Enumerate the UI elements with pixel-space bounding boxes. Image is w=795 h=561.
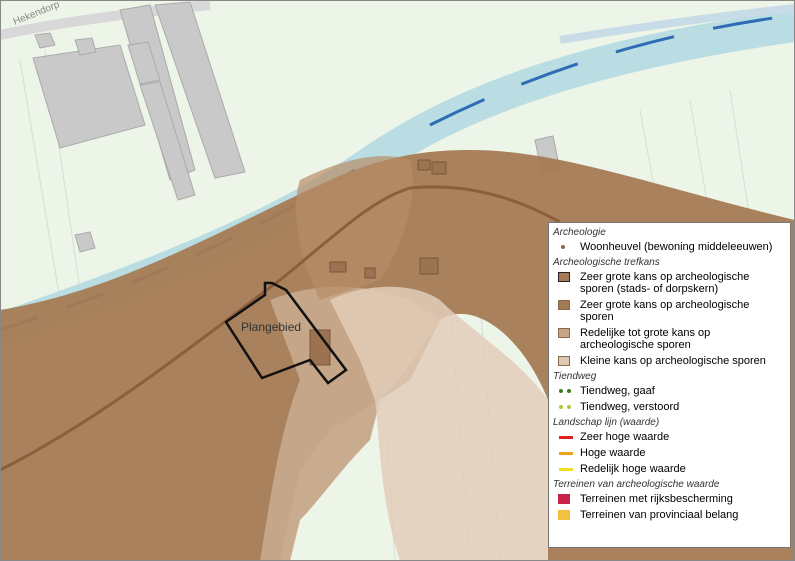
dot-brown-icon xyxy=(557,241,577,253)
legend-section: Tiendweg Tiendweg, gaaf Tiendweg, verstoor… xyxy=(553,371,786,413)
line-yellow-icon xyxy=(557,463,577,475)
swatch-dark-icon xyxy=(557,271,577,283)
legend-section: Archeologie Woonheuvel (bewoning middelee… xyxy=(553,227,786,253)
legend-item-label: Terreinen met rijksbescherming xyxy=(580,493,733,505)
fill-crimson-icon xyxy=(557,493,577,505)
legend-item-label: Woonheuvel (bewoning middeleeuwen) xyxy=(580,241,773,253)
legend-item-label: Hoge waarde xyxy=(580,447,646,459)
map-legend: Archeologie Woonheuvel (bewoning middelee… xyxy=(548,222,791,548)
fill-orange-icon xyxy=(557,509,577,521)
plangebied-label: Plangebied xyxy=(241,320,302,334)
swatch-light-icon xyxy=(557,355,577,367)
legend-item-label: Tiendweg, gaaf xyxy=(580,385,655,397)
legend-item-label: Tiendweg, verstoord xyxy=(580,401,680,413)
swatch-brown-icon xyxy=(557,299,577,311)
legend-item: Tiendweg, gaaf xyxy=(557,385,786,397)
legend-section-header: Terreinen van archeologische waarde xyxy=(553,479,720,490)
legend-section-header: Archeologie xyxy=(553,227,606,238)
legend-item-label: Zeer hoge waarde xyxy=(580,431,670,443)
line-orange-icon xyxy=(557,447,577,459)
swatch-tan-icon xyxy=(557,327,577,339)
legend-item-label: Redelijke tot grote kans op archeologisc… xyxy=(580,327,711,351)
legend-item: Zeer hoge waarde xyxy=(557,431,786,443)
map-canvas[interactable]: Hekendorp Plangebied Archeologie Woonheuv… xyxy=(0,0,795,561)
legend-item: Redelijk hoge waarde xyxy=(557,463,786,475)
legend-item-label: Zeer grote kans op archeologische sporen xyxy=(580,299,750,323)
legend-item: Tiendweg, verstoord xyxy=(557,401,786,413)
legend-section-header: Tiendweg xyxy=(553,371,597,382)
legend-section: Terreinen van archeologische waarde Terre… xyxy=(553,479,786,521)
legend-section-header: Landschap lijn (waarde) xyxy=(553,417,660,428)
legend-section: Landschap lijn (waarde) Zeer hoge waarde H… xyxy=(553,417,786,475)
legend-item: Zeer grote kans op archeologische sporen xyxy=(557,299,786,323)
dots-lime-icon xyxy=(557,401,577,413)
legend-item-label: Terreinen van provinciaal belang xyxy=(580,509,739,521)
legend-item: Woonheuvel (bewoning middeleeuwen) xyxy=(557,241,786,253)
legend-item-label: Zeer grote kans op archeologische sporen… xyxy=(580,271,750,295)
legend-item: Zeer grote kans op archeologische sporen… xyxy=(557,271,786,295)
legend-item: Redelijke tot grote kans op archeologisc… xyxy=(557,327,786,351)
dots-green-icon xyxy=(557,385,577,397)
line-red-icon xyxy=(557,431,577,443)
legend-item: Terreinen met rijksbescherming xyxy=(557,493,786,505)
legend-item-label: Redelijk hoge waarde xyxy=(580,463,686,475)
legend-item-label: Kleine kans op archeologische sporen xyxy=(580,355,766,367)
legend-item: Terreinen van provinciaal belang xyxy=(557,509,786,521)
legend-item: Kleine kans op archeologische sporen xyxy=(557,355,786,367)
legend-section: Archeologische trefkans Zeer grote kans o… xyxy=(553,257,786,367)
legend-item: Hoge waarde xyxy=(557,447,786,459)
legend-section-header: Archeologische trefkans xyxy=(553,257,660,268)
